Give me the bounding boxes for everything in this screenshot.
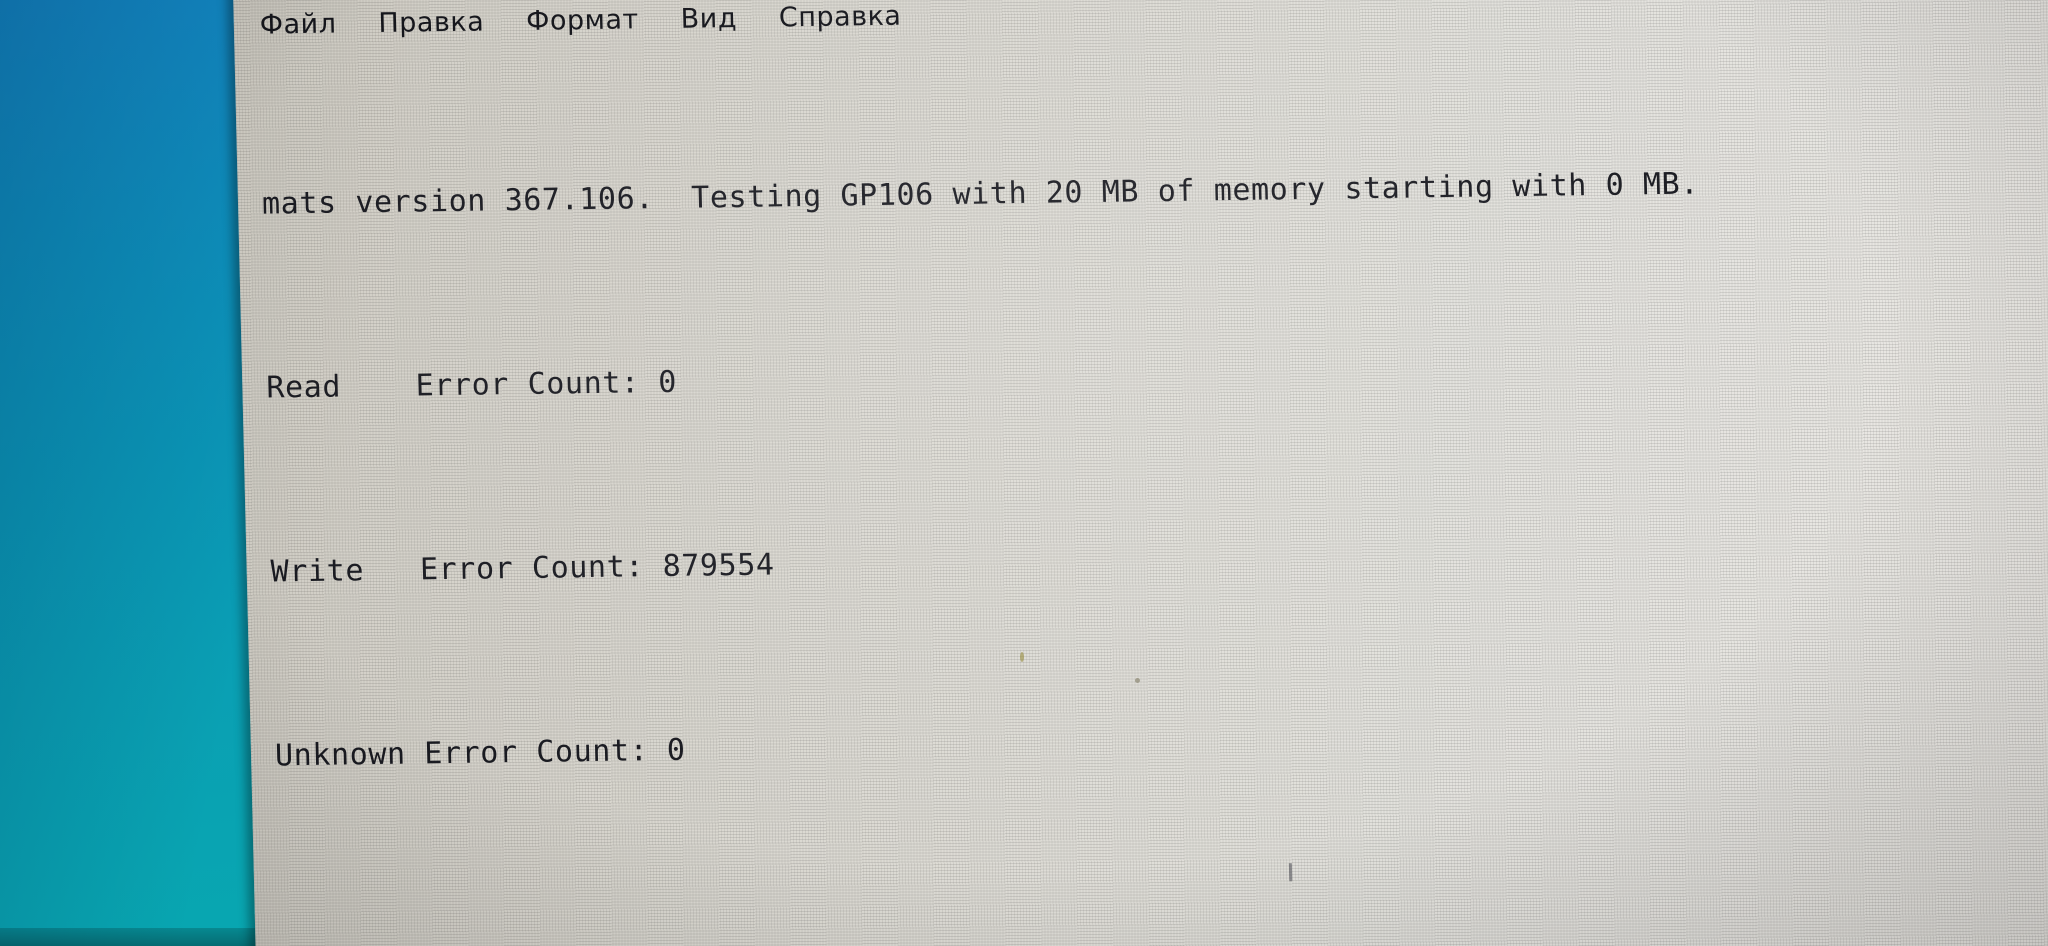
write-error-spacer (644, 549, 663, 584)
menu-item-format[interactable]: Формат (522, 2, 643, 39)
text-caret (1288, 863, 1293, 882)
menu-item-file[interactable]: Файл (255, 6, 340, 42)
read-error-label: Read Error Count: (265, 365, 641, 406)
line-unknown-error: Unknown Error Count: 0 (263, 708, 2048, 780)
unknown-error-spacer (648, 733, 667, 768)
read-error-value: 0 (657, 364, 678, 401)
unknown-error-value: 0 (666, 732, 687, 768)
write-error-value: 879554 (662, 547, 775, 585)
menu-item-help[interactable]: Справка (775, 0, 906, 35)
menu-item-edit[interactable]: Правка (374, 4, 489, 41)
line-read-error: Read Error Count: 0 (254, 340, 2048, 412)
line-write-error: Write Error Count: 879554 (258, 524, 2048, 596)
line-header: mats version 367.106. Testing GP106 with… (261, 166, 1700, 222)
monitor-photo: Файл Правка Формат Вид Справка mats vers… (0, 0, 2048, 946)
write-error-label: Write Error Count: (270, 549, 645, 590)
notepad-window[interactable]: Файл Правка Формат Вид Справка mats vers… (232, 0, 2048, 946)
menu-item-view[interactable]: Вид (676, 0, 741, 36)
notepad-text-area[interactable]: mats version 367.106. Testing GP106 with… (246, 18, 2048, 946)
read-error-spacer (639, 365, 658, 400)
unknown-error-label: Unknown Error Count: (274, 733, 649, 774)
